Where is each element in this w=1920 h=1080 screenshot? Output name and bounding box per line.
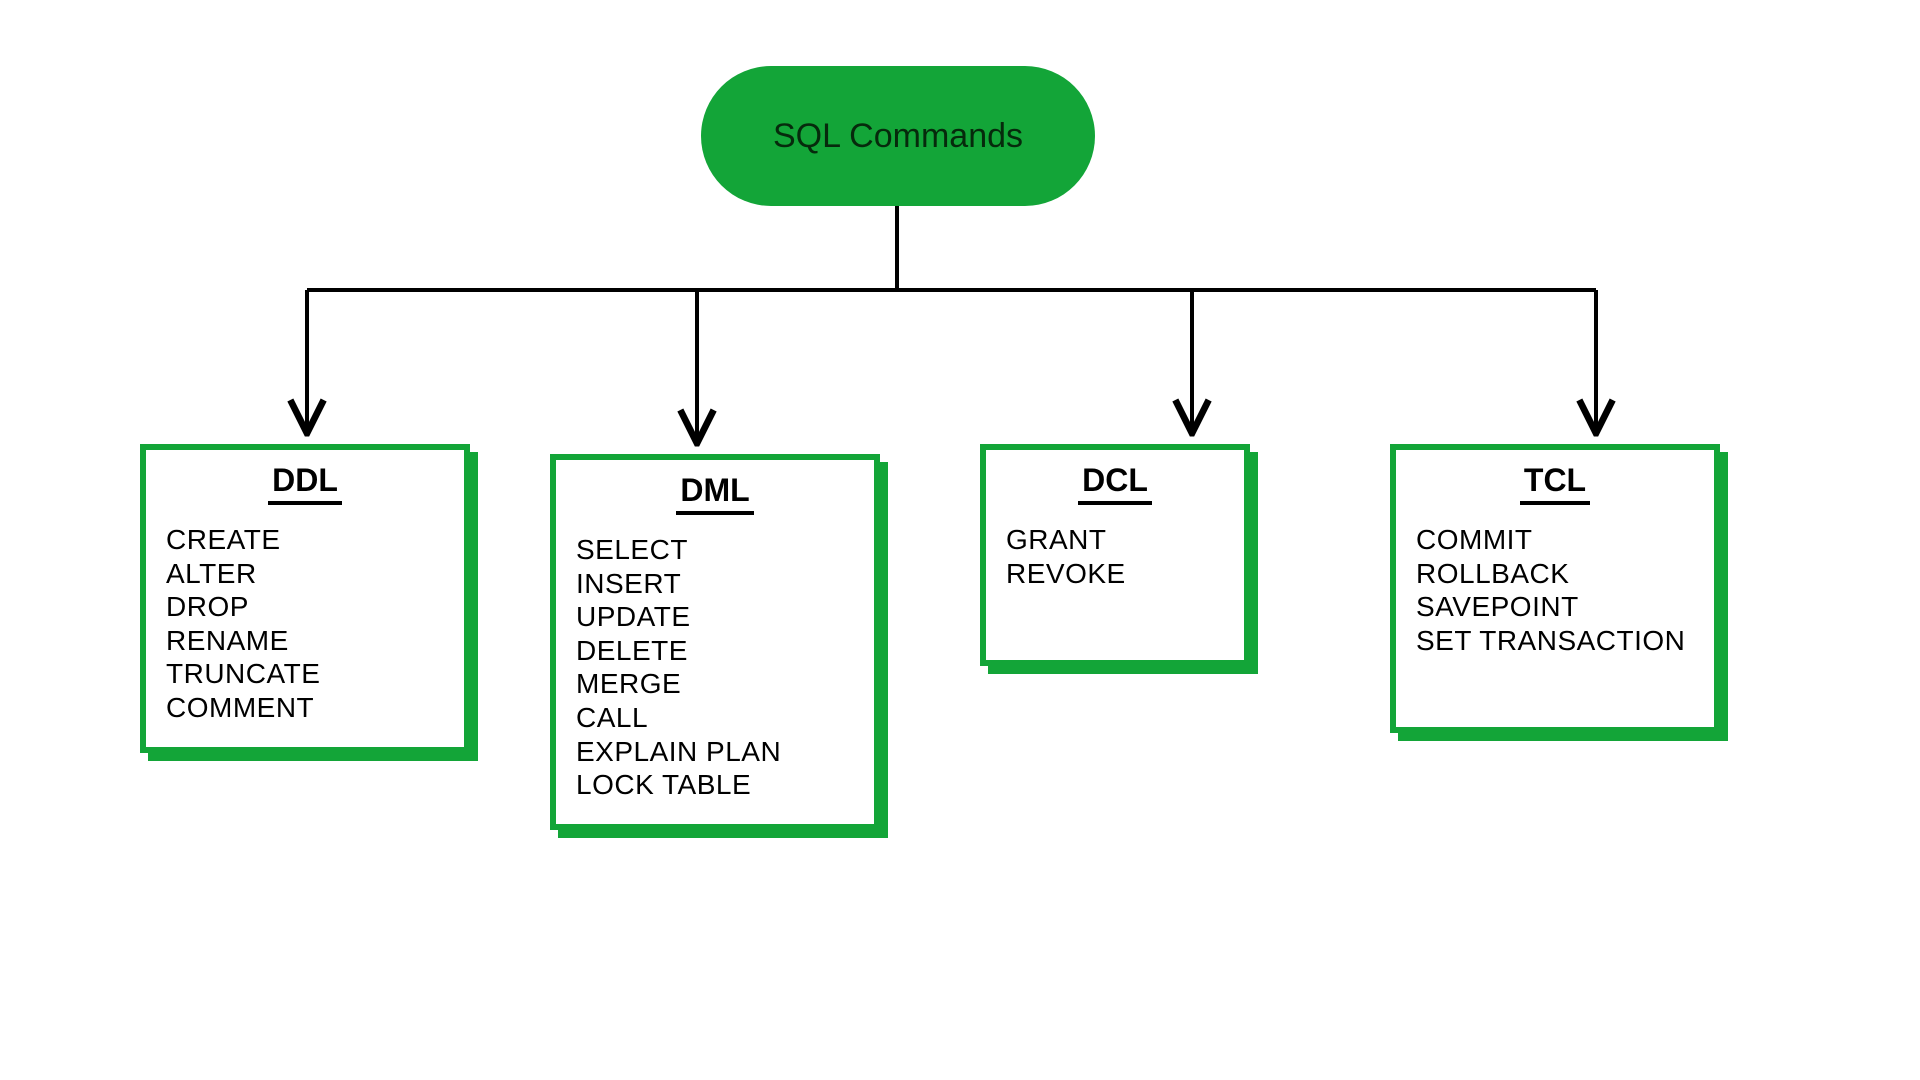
- list-item: SELECT: [576, 533, 854, 567]
- root-label: SQL Commands: [773, 117, 1023, 156]
- category-title-text: DDL: [268, 462, 342, 505]
- category-title: DCL: [1006, 462, 1224, 509]
- list-item: INSERT: [576, 567, 854, 601]
- list-item: SAVEPOINT: [1416, 590, 1694, 624]
- category-title-text: DCL: [1078, 462, 1152, 505]
- diagram-canvas: SQL Commands DDL CREATE ALTER DROP RENAM…: [0, 0, 1920, 1080]
- list-item: SET TRANSACTION: [1416, 624, 1694, 658]
- list-item: UPDATE: [576, 600, 854, 634]
- list-item: MERGE: [576, 667, 854, 701]
- command-list: CREATE ALTER DROP RENAME TRUNCATE COMMEN…: [166, 523, 444, 725]
- category-title: DDL: [166, 462, 444, 509]
- list-item: CALL: [576, 701, 854, 735]
- category-box-dcl: DCL GRANT REVOKE: [980, 444, 1250, 666]
- category-title-text: TCL: [1520, 462, 1590, 505]
- list-item: EXPLAIN PLAN: [576, 735, 854, 769]
- category-box-tcl: TCL COMMIT ROLLBACK SAVEPOINT SET TRANSA…: [1390, 444, 1720, 733]
- list-item: DELETE: [576, 634, 854, 668]
- list-item: LOCK TABLE: [576, 768, 854, 802]
- list-item: GRANT: [1006, 523, 1224, 557]
- command-list: SELECT INSERT UPDATE DELETE MERGE CALL E…: [576, 533, 854, 802]
- list-item: COMMIT: [1416, 523, 1694, 557]
- command-list: COMMIT ROLLBACK SAVEPOINT SET TRANSACTIO…: [1416, 523, 1694, 657]
- list-item: ROLLBACK: [1416, 557, 1694, 591]
- category-title: DML: [576, 472, 854, 519]
- category-box-dml: DML SELECT INSERT UPDATE DELETE MERGE CA…: [550, 454, 880, 830]
- list-item: DROP: [166, 590, 444, 624]
- list-item: CREATE: [166, 523, 444, 557]
- category-title-text: DML: [676, 472, 753, 515]
- category-title: TCL: [1416, 462, 1694, 509]
- list-item: REVOKE: [1006, 557, 1224, 591]
- list-item: ALTER: [166, 557, 444, 591]
- list-item: TRUNCATE: [166, 657, 444, 691]
- list-item: COMMENT: [166, 691, 444, 725]
- category-box-ddl: DDL CREATE ALTER DROP RENAME TRUNCATE CO…: [140, 444, 470, 753]
- list-item: RENAME: [166, 624, 444, 658]
- command-list: GRANT REVOKE: [1006, 523, 1224, 590]
- root-node: SQL Commands: [701, 66, 1095, 206]
